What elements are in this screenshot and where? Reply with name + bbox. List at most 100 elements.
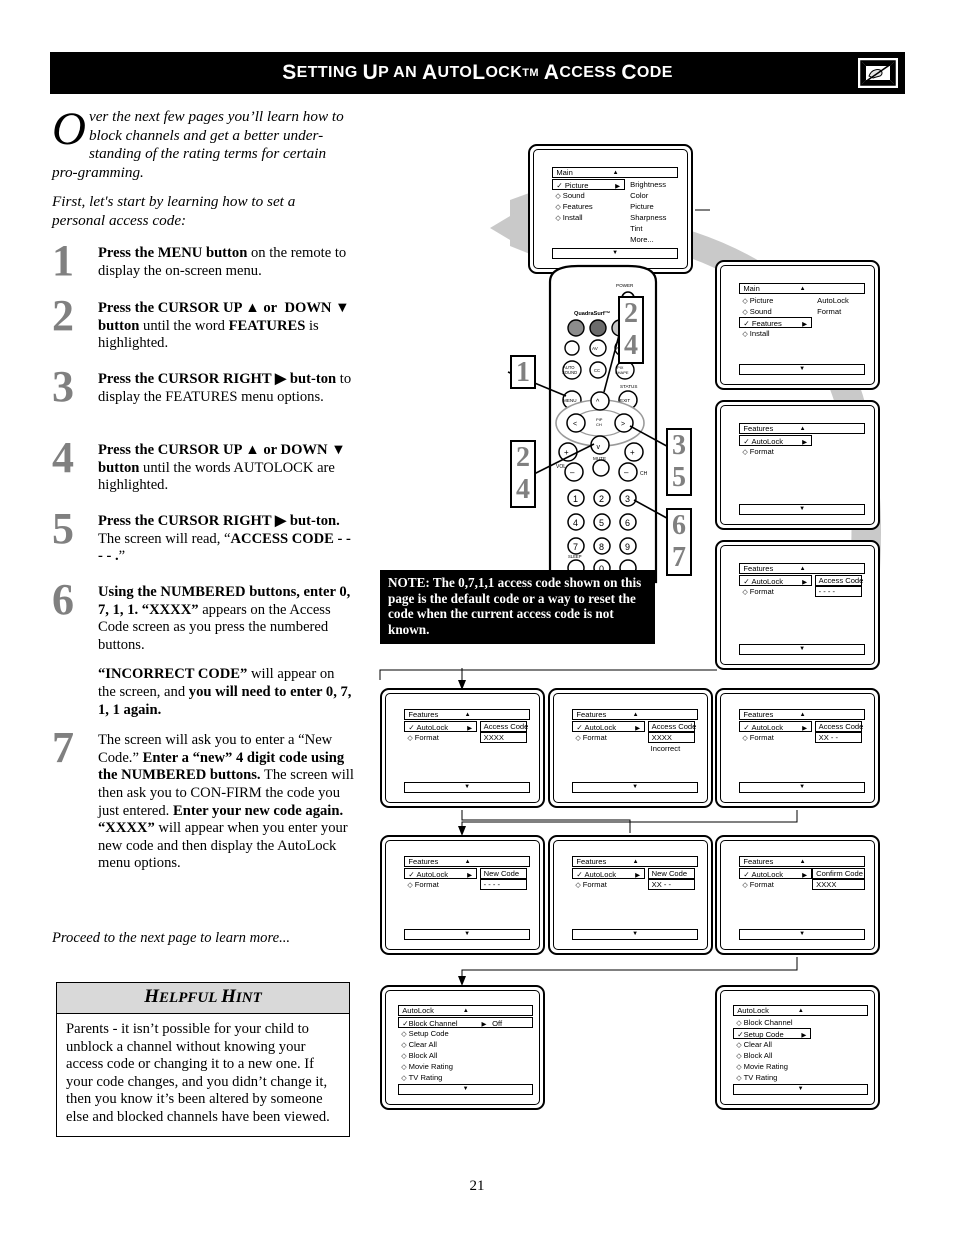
osd-row-format[interactable]: ◇ Format — [739, 446, 864, 457]
osd-scroll-down-bar[interactable]: ▼ — [739, 363, 865, 375]
helpful-hint-body: Parents - it isn’t possible for your chi… — [66, 1021, 330, 1125]
diamond-icon: ◇ — [555, 203, 561, 211]
osd-row-autolock[interactable]: ✓ AutoLock ▶ — [739, 434, 813, 446]
osd-row-autolock[interactable]: ✓ AutoLock ▶ — [739, 868, 813, 880]
osd-row-picture[interactable]: ✓ Picture ▶ — [552, 178, 626, 190]
osd-row-movie-rating[interactable]: ◇ Movie Rating — [398, 1061, 533, 1072]
osd-row-block-all[interactable]: ◇ Block All — [733, 1050, 868, 1061]
osd-col-item[interactable]: More... — [630, 234, 666, 245]
osd-row-block-channel[interactable]: ◇ Block Channel — [733, 1017, 868, 1028]
osd-field-value[interactable]: XXXX — [812, 879, 865, 891]
osd-value-column: Access Code - - - - — [814, 574, 863, 597]
osd-row-autolock[interactable]: ✓ AutoLock ▶ — [739, 721, 813, 733]
osd-value-column: New Code - - - - — [479, 868, 528, 891]
osd-field-value[interactable]: - - - - — [479, 879, 528, 891]
step-6: 6 Using the NUMBERED buttons, enter 0, 7… — [52, 578, 354, 719]
svg-text:POWER: POWER — [616, 283, 634, 288]
osd-row-block-all[interactable]: ◇ Block All — [398, 1050, 533, 1061]
osd-scroll-down-bar[interactable]: ▼ — [398, 1083, 533, 1095]
diamond-icon: ◇ — [742, 308, 748, 316]
osd-scroll-down-bar[interactable]: ▼ — [739, 643, 865, 655]
osd-title: AutoLock ▲ — [398, 1004, 533, 1016]
check-icon: ✓ — [743, 870, 750, 880]
manual-page: S ETTING UP AN A UTO L OCK TM A CCESS C ODE Ove… — [0, 0, 954, 1235]
osd-scroll-down-bar[interactable]: ▼ — [552, 247, 678, 259]
osd-row-clear-all[interactable]: ◇ Clear All — [398, 1039, 533, 1050]
step-text: Press the CURSOR UP ▲ or DOWN ▼ button u… — [98, 442, 346, 494]
osd-row-autolock[interactable]: ✓ AutoLock ▶ — [572, 868, 646, 880]
osd-row-autolock[interactable]: ✓ AutoLock ▶ — [404, 721, 478, 733]
diamond-icon: ◇ — [736, 1019, 742, 1027]
osd-row-tv-rating[interactable]: ◇ TV Rating — [733, 1072, 868, 1083]
tv-screen-autolock-setup-code: AutoLock ▲ ◇ Block Channel ✓Setup Code ▶ ◇ C… — [715, 985, 880, 1110]
tv-screen-access-code-incorrect: Features ▲ ✓ AutoLock ▶ ◇ Format Access Cod… — [548, 688, 713, 808]
osd-row-movie-rating[interactable]: ◇ Movie Rating — [733, 1061, 868, 1072]
svg-text:v: v — [597, 444, 601, 451]
callout-7: 7 — [666, 542, 692, 576]
osd-value-column: Access Code XXXX — [479, 721, 528, 744]
diamond-icon: ◇ — [736, 1074, 742, 1082]
osd-row-tv-rating[interactable]: ◇ TV Rating — [398, 1072, 533, 1083]
diamond-icon: ◇ — [742, 588, 748, 596]
page-header-bar: S ETTING UP AN A UTO L OCK TM A CCESS C ODE — [50, 52, 905, 94]
osd-scroll-down-bar[interactable]: ▼ — [739, 929, 865, 941]
osd-col-item[interactable]: Tint — [630, 223, 666, 234]
osd-row-clear-all[interactable]: ◇ Clear All — [733, 1039, 868, 1050]
osd-scroll-down-bar[interactable]: ▼ — [404, 929, 530, 941]
osd-col-item[interactable]: Color — [630, 190, 666, 201]
osd-field-value[interactable]: XXXX — [479, 732, 528, 744]
osd-scroll-down-bar[interactable]: ▼ — [404, 782, 530, 794]
osd-field-value[interactable]: XXXX — [647, 732, 696, 744]
osd-scroll-down-bar[interactable]: ▼ — [739, 782, 865, 794]
step-number: 6 — [52, 575, 74, 624]
osd-scroll-down-bar[interactable]: ▼ — [733, 1083, 868, 1095]
check-icon: ✓ — [743, 723, 750, 733]
osd-submenu-column: Brightness Color Picture Sharpness Tint … — [630, 179, 666, 245]
osd-title: Main ▲ — [552, 166, 678, 178]
osd-row-autolock[interactable]: ✓ AutoLock ▶ — [739, 574, 813, 586]
osd-row-features[interactable]: ✓ Features ▶ — [739, 316, 813, 328]
note-box: NOTE: The 0,7,1,1 access code shown on t… — [380, 570, 655, 645]
svg-text:SHAPE: SHAPE — [615, 370, 629, 375]
hand-pointer-tv-icon — [856, 56, 900, 90]
svg-text:+: + — [630, 448, 635, 457]
osd-scroll-down-bar[interactable]: ▼ — [739, 503, 865, 515]
osd-field-value[interactable]: - - - - — [814, 585, 863, 597]
diamond-icon: ◇ — [742, 735, 748, 743]
osd-row-autolock[interactable]: ✓ AutoLock ▶ — [572, 721, 646, 733]
osd-row-install[interactable]: ◇ Install — [739, 328, 864, 339]
osd-row-autolock[interactable]: ✓ AutoLock ▶ — [404, 868, 478, 880]
osd-col-item[interactable]: Format — [817, 306, 849, 317]
tv-screen-new-code-xx: Features ▲ ✓ AutoLock ▶ ◇ Format New Code X… — [548, 835, 713, 955]
intro-paragraph-2: First, let's start by learning how to se… — [52, 193, 296, 229]
diamond-icon: ◇ — [401, 1052, 407, 1060]
osd-field-label: New Code — [479, 868, 528, 880]
osd-field-value[interactable]: XX - - — [814, 732, 863, 744]
osd-title: Features ▲ — [404, 709, 530, 721]
check-icon: ✓ — [576, 870, 583, 880]
osd-col-item[interactable]: AutoLock — [817, 295, 849, 306]
step-number: 2 — [52, 291, 74, 340]
osd-field-value[interactable]: XX - - — [647, 879, 696, 891]
step-3: 3 Press the CURSOR RIGHT ▶ but-ton to di… — [52, 365, 354, 429]
osd-submenu-column: AutoLock Format — [817, 295, 849, 317]
osd-col-item[interactable]: Picture — [630, 201, 666, 212]
svg-text:VOL: VOL — [556, 464, 566, 470]
osd-scroll-down-bar[interactable]: ▼ — [572, 929, 698, 941]
step-2: 2 Press the CURSOR UP ▲ or DOWN ▼ button… — [52, 294, 354, 358]
osd-row-setup-code[interactable]: ◇ Setup Code — [398, 1028, 533, 1039]
osd-scroll-down-bar[interactable]: ▼ — [572, 782, 698, 794]
diamond-icon: ◇ — [575, 882, 581, 890]
osd-field-label: Access Code — [647, 721, 696, 733]
osd-row-setup-code[interactable]: ✓Setup Code ▶ — [733, 1027, 812, 1039]
helpful-hint-box: HELPFUL HINT Parents - it isn’t possible… — [56, 982, 350, 1137]
osd-row-block-channel[interactable]: ✓Block Channel ▶ Off — [398, 1016, 533, 1028]
osd-error-text: Incorrect — [650, 744, 681, 754]
svg-text:7: 7 — [573, 542, 578, 552]
osd-col-item[interactable]: Brightness — [630, 179, 666, 190]
osd-col-item[interactable]: Sharpness — [630, 212, 666, 223]
diamond-icon: ◇ — [555, 214, 561, 222]
osd-title: Features ▲ — [404, 856, 530, 868]
svg-text:4: 4 — [573, 518, 578, 528]
step-number: 5 — [52, 504, 74, 553]
